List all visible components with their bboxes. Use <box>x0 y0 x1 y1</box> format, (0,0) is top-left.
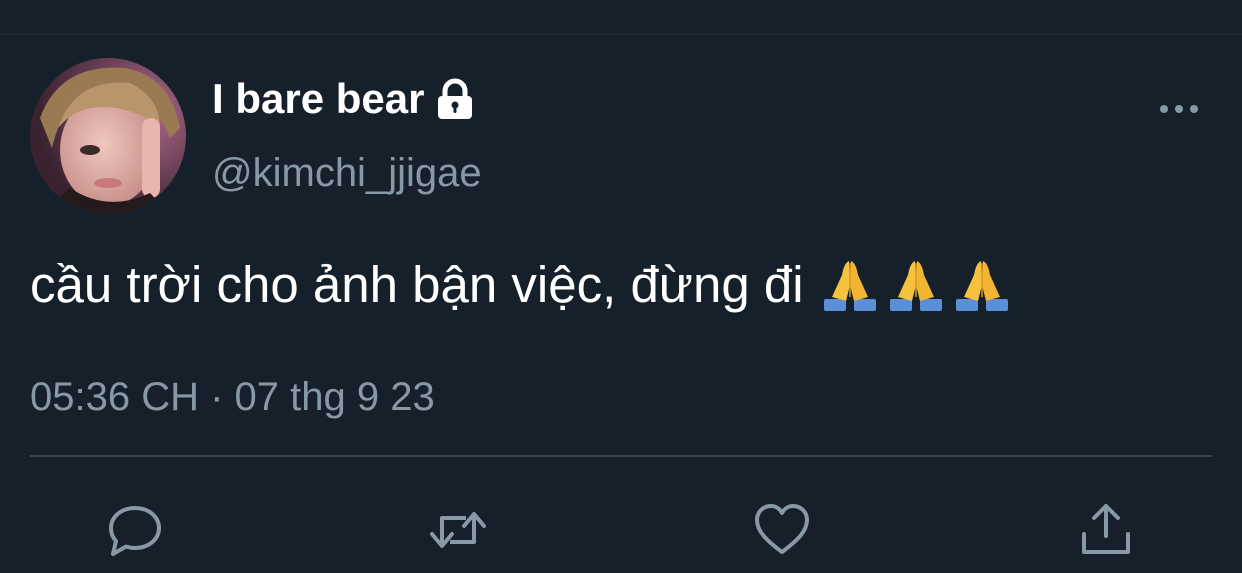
avatar[interactable] <box>30 58 186 214</box>
folded-hands-icon <box>955 261 1008 311</box>
reply-button[interactable] <box>105 500 165 560</box>
reply-icon <box>109 506 161 556</box>
action-divider <box>30 455 1212 457</box>
share-icon <box>1082 504 1130 554</box>
top-divider <box>0 34 1242 35</box>
display-name-text: I bare bear <box>212 75 425 122</box>
like-button[interactable] <box>752 500 812 560</box>
retweet-icon <box>430 512 486 548</box>
folded-hands-icon <box>889 261 942 311</box>
author-display-name[interactable]: I bare bear <box>212 74 476 124</box>
more-horizontal-icon[interactable] <box>1158 98 1200 120</box>
folded-hands-icon <box>823 261 876 311</box>
tweet-text: cầu trời cho ảnh bận việc, đừng đi <box>30 254 1012 316</box>
heart-icon <box>755 504 809 554</box>
tweet-body: cầu trời cho ảnh bận việc, đừng đi <box>30 256 804 313</box>
retweet-button[interactable] <box>428 500 488 560</box>
tweet-timestamp[interactable]: 05:36 CH · 07 thg 9 23 <box>30 373 435 421</box>
share-button[interactable] <box>1076 500 1136 560</box>
author-handle[interactable]: @kimchi_jjigae <box>212 150 482 196</box>
lock-icon <box>438 78 473 119</box>
emoji-group <box>820 255 1012 315</box>
